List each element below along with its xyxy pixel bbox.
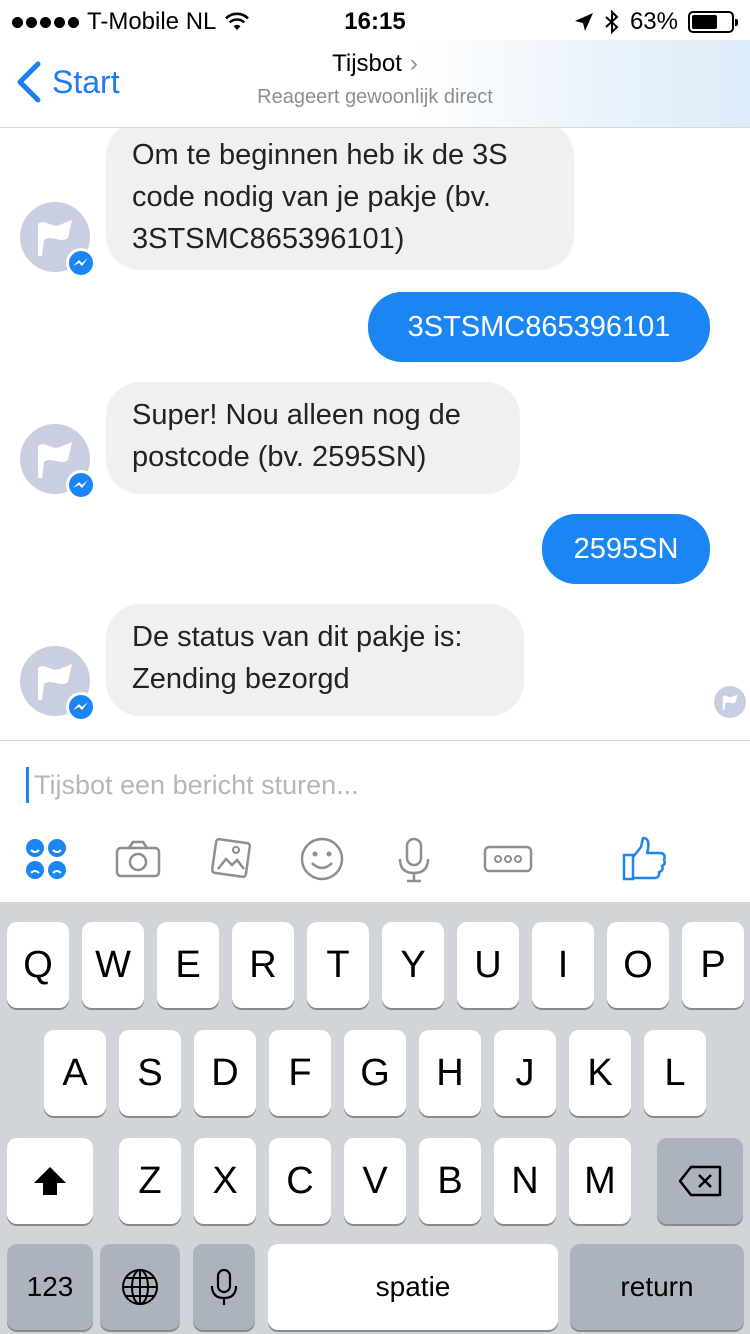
- bluetooth-icon: [605, 10, 619, 34]
- key-t[interactable]: T: [307, 922, 369, 1008]
- bot-avatar[interactable]: [20, 424, 96, 500]
- keyboard: Q W E R T Y U I O P A S D F G H J K L Z …: [0, 902, 750, 1334]
- microphone-icon[interactable]: [386, 831, 442, 887]
- key-m[interactable]: M: [569, 1138, 631, 1224]
- key-v[interactable]: V: [344, 1138, 406, 1224]
- globe-icon: [122, 1269, 158, 1305]
- shift-arrow-icon: [34, 1167, 66, 1195]
- outgoing-message: 2595SN: [542, 514, 710, 584]
- bot-avatar[interactable]: [20, 646, 96, 722]
- key-j[interactable]: J: [494, 1030, 556, 1116]
- key-n[interactable]: N: [494, 1138, 556, 1224]
- camera-icon[interactable]: [110, 831, 166, 887]
- key-x[interactable]: X: [194, 1138, 256, 1224]
- return-key[interactable]: return: [570, 1244, 744, 1330]
- globe-key[interactable]: [100, 1244, 180, 1330]
- space-key[interactable]: spatie: [268, 1244, 558, 1330]
- key-h[interactable]: H: [419, 1030, 481, 1116]
- outgoing-message: 3STSMC865396101: [368, 292, 710, 362]
- incoming-message: Om te beginnen heb ik de 3S code nodig v…: [106, 128, 574, 270]
- bot-avatar[interactable]: [20, 202, 96, 278]
- numbers-key[interactable]: 123: [7, 1244, 93, 1330]
- flag-icon: [722, 694, 738, 711]
- text-cursor: [26, 767, 29, 803]
- status-bar: T-Mobile NL 16:15 63%: [0, 0, 750, 40]
- seen-receipt-avatar: [714, 686, 746, 718]
- key-r[interactable]: R: [232, 922, 294, 1008]
- more-icon[interactable]: [478, 831, 538, 887]
- message-composer: [0, 740, 750, 902]
- key-d[interactable]: D: [194, 1030, 256, 1116]
- messenger-badge-icon: [66, 470, 96, 500]
- chat-title[interactable]: Tijsbot ›: [0, 50, 750, 78]
- key-i[interactable]: I: [532, 922, 594, 1008]
- messenger-badge-icon: [66, 248, 96, 278]
- shift-key[interactable]: [7, 1138, 93, 1224]
- status-indicators: 63%: [574, 8, 738, 36]
- location-arrow-icon: [574, 13, 593, 31]
- key-c[interactable]: C: [269, 1138, 331, 1224]
- composer-toolbar: [0, 831, 750, 887]
- incoming-message: De status van dit pakje is: Zending bezo…: [106, 604, 524, 716]
- battery-icon: [688, 11, 738, 33]
- key-u[interactable]: U: [457, 922, 519, 1008]
- key-w[interactable]: W: [82, 922, 144, 1008]
- key-l[interactable]: L: [644, 1030, 706, 1116]
- emoji-icon[interactable]: [294, 831, 350, 887]
- backspace-icon: [678, 1165, 722, 1197]
- microphone-icon: [210, 1268, 238, 1305]
- key-o[interactable]: O: [607, 922, 669, 1008]
- thumbs-up-icon[interactable]: [616, 831, 672, 887]
- key-p[interactable]: P: [682, 922, 744, 1008]
- chat-title-text: Tijsbot: [332, 50, 402, 77]
- key-f[interactable]: F: [269, 1030, 331, 1116]
- battery-percentage: 63%: [629, 8, 678, 35]
- gallery-icon[interactable]: [202, 831, 258, 887]
- key-a[interactable]: A: [44, 1030, 106, 1116]
- messenger-badge-icon: [66, 692, 96, 722]
- key-k[interactable]: K: [569, 1030, 631, 1116]
- key-s[interactable]: S: [119, 1030, 181, 1116]
- chevron-right-icon: ›: [409, 50, 418, 77]
- navigation-bar: Start Tijsbot › Reageert gewoonlijk direc…: [0, 40, 750, 128]
- key-b[interactable]: B: [419, 1138, 481, 1224]
- key-e[interactable]: E: [157, 922, 219, 1008]
- key-g[interactable]: G: [344, 1030, 406, 1116]
- incoming-message: Super! Nou alleen nog de postcode (bv. 2…: [106, 382, 520, 494]
- conversation[interactable]: Om te beginnen heb ik de 3S code nodig v…: [0, 128, 750, 740]
- key-y[interactable]: Y: [382, 922, 444, 1008]
- key-q[interactable]: Q: [7, 922, 69, 1008]
- message-input[interactable]: [34, 763, 714, 807]
- key-z[interactable]: Z: [119, 1138, 181, 1224]
- dictation-key[interactable]: [193, 1244, 255, 1330]
- chat-subtitle: Reageert gewoonlijk direct: [257, 86, 493, 108]
- backspace-key[interactable]: [657, 1138, 743, 1224]
- quick-replies-icon[interactable]: [18, 831, 74, 887]
